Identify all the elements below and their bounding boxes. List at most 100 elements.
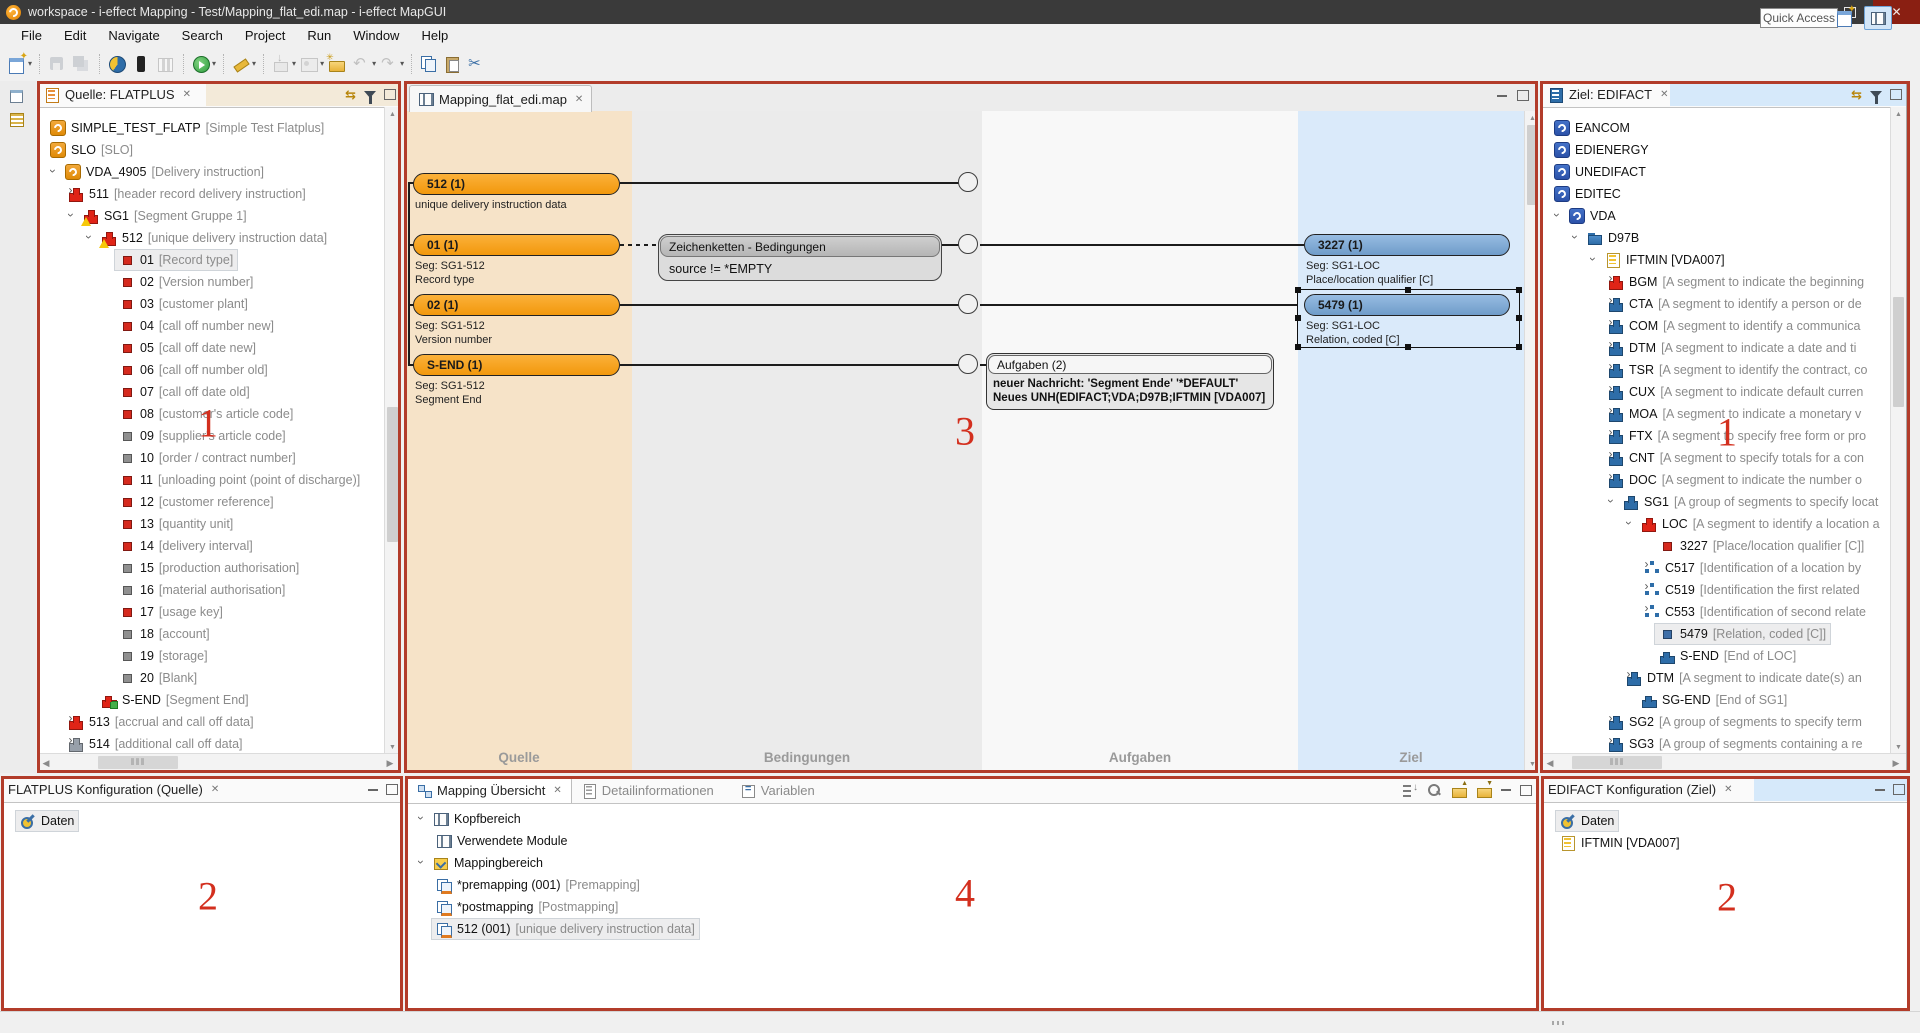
search-icon[interactable] xyxy=(1426,782,1442,798)
tree-item[interactable]: SIMPLE_TEST_FLATP [Simple Test Flatplus] xyxy=(39,117,385,139)
toolbar-button[interactable] xyxy=(258,54,270,74)
twistie-icon[interactable] xyxy=(1567,231,1582,245)
target-panel-tab[interactable]: Ziel: EDIFACT ✕ xyxy=(1548,87,1668,103)
collapse-all-icon[interactable] xyxy=(1451,782,1467,798)
menu-item[interactable]: Help xyxy=(410,26,459,45)
minimize-view-icon[interactable] xyxy=(368,789,378,791)
tree-item[interactable]: D97B xyxy=(1543,227,1891,249)
toolbar-button[interactable]: ▾ xyxy=(350,54,378,74)
minimize-view-icon[interactable] xyxy=(1497,95,1507,97)
toolbar-button[interactable] xyxy=(34,54,46,74)
toolbar-button[interactable]: ▾ xyxy=(270,54,298,74)
tree-item[interactable]: 07 [call off date old] xyxy=(39,381,385,403)
twistie-icon[interactable] xyxy=(45,165,60,179)
source-panel-tab[interactable]: Quelle: FLATPLUS ✕ xyxy=(44,87,191,103)
close-tab-icon[interactable]: ✕ xyxy=(183,89,191,100)
twistie-icon[interactable] xyxy=(63,209,78,223)
source-node-pill[interactable]: S-END (1) xyxy=(413,354,620,376)
close-tab-icon[interactable]: ✕ xyxy=(1660,89,1668,100)
toolbar-button[interactable] xyxy=(154,54,178,74)
target-tree-vscrollbar[interactable]: ▲ ▼ xyxy=(1890,107,1906,754)
target-config-tab[interactable]: EDIFACT Konfiguration (Ziel) ✕ xyxy=(1548,782,1733,797)
source-node-pill[interactable]: 01 (1) xyxy=(413,234,620,256)
filter-icon[interactable] xyxy=(364,91,376,98)
menu-item[interactable]: Window xyxy=(342,26,410,45)
tree-item[interactable]: SG1 [A group of segments to specify loca… xyxy=(1543,491,1891,513)
toolbar-button[interactable] xyxy=(218,54,230,74)
dropdown-arrow-icon[interactable]: ▾ xyxy=(372,59,376,68)
tree-item[interactable]: TSR [A segment to identify the contract,… xyxy=(1543,359,1891,381)
twistie-icon[interactable] xyxy=(81,231,96,245)
tree-item[interactable]: 09 [supplier's article code] xyxy=(39,425,385,447)
tree-item[interactable]: 04 [call off number new] xyxy=(39,315,385,337)
close-tab-icon[interactable]: ✕ xyxy=(211,784,219,795)
twistie-icon[interactable] xyxy=(413,812,428,826)
tree-item[interactable]: 18 [account] xyxy=(39,623,385,645)
tree-item[interactable]: SG-END [End of SG1] xyxy=(1543,689,1891,711)
tree-item[interactable]: Verwendete Module xyxy=(407,830,1537,852)
maximize-view-icon[interactable] xyxy=(1520,785,1532,796)
connection-port[interactable] xyxy=(958,354,978,374)
tree-item[interactable]: 03 [customer plant] xyxy=(39,293,385,315)
dropdown-arrow-icon[interactable]: ▾ xyxy=(400,59,404,68)
source-tree-hscrollbar[interactable]: ◀ ⦀⦀⦀ ▶ xyxy=(38,753,400,772)
tree-item[interactable]: 5479 [Relation, coded [C]] xyxy=(1543,623,1891,645)
source-node-pill[interactable]: 02 (1) xyxy=(413,294,620,316)
tree-item[interactable]: VDA xyxy=(1543,205,1891,227)
open-perspective-button[interactable] xyxy=(1832,6,1858,28)
maximize-view-icon[interactable] xyxy=(1893,784,1905,795)
target-node-pill[interactable]: 3227 (1) xyxy=(1304,234,1510,256)
tree-item[interactable]: *postmapping [Postmapping] xyxy=(407,896,1537,918)
tree-item[interactable]: Mappingbereich xyxy=(407,852,1537,874)
view-tab[interactable]: Mapping Übersicht ✕ xyxy=(406,777,572,803)
toolbar-button[interactable]: ▾ xyxy=(298,54,326,74)
tree-item[interactable]: 20 [Blank] xyxy=(39,667,385,689)
tree-item[interactable]: UNEDIFACT xyxy=(1543,161,1891,183)
dropdown-arrow-icon[interactable]: ▾ xyxy=(212,59,216,68)
minimize-view-icon[interactable] xyxy=(1875,789,1885,791)
tree-item[interactable]: 11 [unloading point (point of discharge)… xyxy=(39,469,385,491)
tree-item[interactable]: SLO [SLO] xyxy=(39,139,385,161)
dropdown-arrow-icon[interactable]: ▾ xyxy=(252,59,256,68)
source-node[interactable]: 01 (1) Seg: SG1-512 Record type xyxy=(413,234,620,287)
tree-item[interactable]: 513 [accrual and call off data] xyxy=(39,711,385,733)
twistie-icon[interactable] xyxy=(1585,253,1600,267)
tree-item[interactable]: EDITEC xyxy=(1543,183,1891,205)
dropdown-arrow-icon[interactable]: ▾ xyxy=(292,59,296,68)
tree-item[interactable]: *premapping (001) [Premapping] xyxy=(407,874,1537,896)
source-tree-vscrollbar[interactable]: ▲ ▼ xyxy=(384,107,400,754)
tree-item[interactable]: DTM [A segment to indicate date(s) an xyxy=(1543,667,1891,689)
tree-item[interactable]: 10 [order / contract number] xyxy=(39,447,385,469)
menu-item[interactable]: Search xyxy=(171,26,234,45)
tree-item[interactable]: S-END [Segment End] xyxy=(39,689,385,711)
maximize-view-icon[interactable] xyxy=(1517,90,1529,101)
tree-item[interactable]: EDIENERGY xyxy=(1543,139,1891,161)
view-tab[interactable]: Variablen xyxy=(731,778,832,803)
target-tree-hscrollbar[interactable]: ◀ ⦀⦀⦀ ▶ xyxy=(1542,753,1906,772)
toolbar-button[interactable] xyxy=(178,54,190,74)
minimized-view-button[interactable] xyxy=(7,111,29,129)
restore-view-button[interactable] xyxy=(7,87,29,105)
twistie-icon[interactable] xyxy=(413,856,428,870)
task-box[interactable]: Aufgaben (2) neuer Nachricht: 'Segment E… xyxy=(986,353,1274,410)
tree-item[interactable]: C553 [Identification of second relate xyxy=(1543,601,1891,623)
mapping-perspective-button[interactable] xyxy=(1864,6,1892,30)
tree-item[interactable]: 19 [storage] xyxy=(39,645,385,667)
toolbar-button[interactable] xyxy=(130,54,154,74)
menu-item[interactable]: Edit xyxy=(53,26,97,45)
condition-box[interactable]: Zeichenketten - Bedingungen source != *E… xyxy=(658,234,942,281)
source-node[interactable]: S-END (1) Seg: SG1-512 Segment End xyxy=(413,354,620,407)
toolbar-button[interactable] xyxy=(106,54,130,74)
mapping-canvas[interactable]: ▲ ▼ QuelleBedingungenAufgabenZiel 512 (1… xyxy=(406,111,1536,771)
tree-item[interactable]: LOC [A segment to identify a location a xyxy=(1543,513,1891,535)
tree-item[interactable]: VDA_4905 [Delivery instruction] xyxy=(39,161,385,183)
source-node-pill[interactable]: 512 (1) xyxy=(413,173,620,195)
link-with-editor-icon[interactable]: ⇆ xyxy=(1851,87,1862,103)
quick-access-box[interactable]: Quick Access xyxy=(1760,8,1838,28)
menu-item[interactable]: Run xyxy=(296,26,342,45)
list-item[interactable]: Daten xyxy=(1543,810,1908,832)
toolbar-button[interactable] xyxy=(442,54,466,74)
target-node[interactable]: 3227 (1) Seg: SG1-LOC Place/location qua… xyxy=(1304,234,1511,287)
tree-item[interactable]: Kopfbereich xyxy=(407,808,1537,830)
minimize-view-icon[interactable] xyxy=(1501,789,1511,791)
